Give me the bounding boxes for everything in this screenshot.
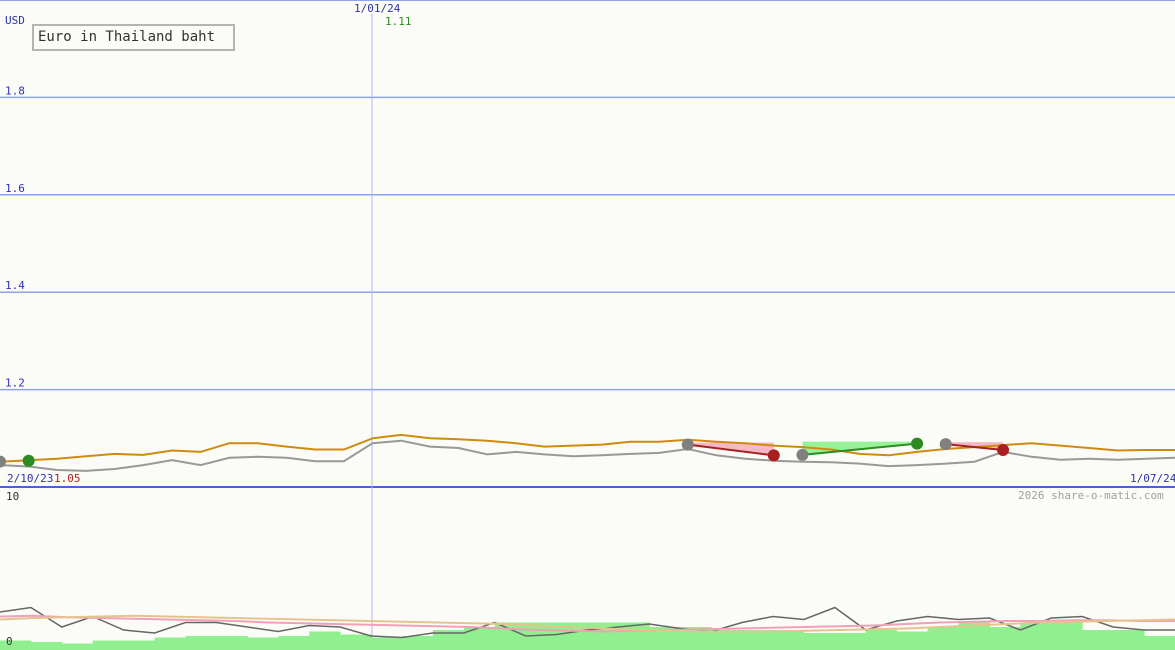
volume-bar bbox=[742, 630, 774, 650]
currency-label: USD bbox=[5, 14, 25, 27]
volume-bar bbox=[1113, 630, 1145, 650]
volume-bar bbox=[1144, 636, 1175, 650]
volume-bar bbox=[154, 637, 187, 650]
trade-marker-buy bbox=[911, 437, 924, 450]
volume-bar bbox=[340, 634, 372, 650]
trade-marker-sell bbox=[997, 443, 1010, 456]
volume-bar bbox=[401, 636, 434, 650]
trade-marker-sell bbox=[767, 449, 780, 462]
volume-bar bbox=[1051, 622, 1083, 650]
chart-svg: 1.8 1.6 1.4 1.2 USD 1/01/241.11 2/10/23 1.05 1/0… bbox=[0, 0, 1175, 650]
volume-bar bbox=[123, 640, 156, 650]
volume-bar bbox=[494, 622, 527, 650]
volume-bar bbox=[371, 637, 403, 650]
date-label-start: 2/10/23 bbox=[7, 472, 53, 485]
volume-bar bbox=[1082, 630, 1114, 650]
y-tick-label-1.8: 1.8 bbox=[5, 84, 25, 97]
volume-bar bbox=[30, 642, 63, 650]
trade-marker-neutral bbox=[939, 438, 952, 451]
indicator-tick-0: 0 bbox=[6, 635, 13, 648]
volume-bar bbox=[1020, 622, 1052, 650]
volume-bar bbox=[61, 643, 94, 650]
label-layer: 1.8 1.6 1.4 1.2 USD 1/01/241.11 2/10/23 1.05 1/0… bbox=[5, 2, 1175, 648]
volume-bar bbox=[463, 627, 496, 650]
date-label-end: 1/07/24 bbox=[1130, 472, 1175, 485]
annotation-low-value: 1.05 bbox=[54, 472, 81, 485]
volume-bar bbox=[773, 630, 805, 650]
volume-bar bbox=[92, 640, 125, 650]
chart-title: Euro in Thailand baht bbox=[32, 24, 235, 51]
volume-bar bbox=[0, 640, 32, 650]
trade-marker-neutral bbox=[796, 448, 809, 461]
indicator-tick-10: 10 bbox=[6, 490, 19, 503]
y-tick-label-1.2: 1.2 bbox=[5, 377, 25, 390]
grid-layer bbox=[0, 0, 1175, 650]
y-tick-label-1.4: 1.4 bbox=[5, 279, 25, 292]
volume-bar bbox=[711, 630, 743, 650]
trade-marker-buy bbox=[22, 454, 35, 467]
volume-bar bbox=[865, 630, 898, 650]
volume-bar bbox=[587, 622, 619, 650]
annotation-high-value: 1.11 bbox=[385, 15, 412, 28]
volume-bar bbox=[247, 637, 279, 650]
volume-bar bbox=[834, 633, 867, 650]
volume-bar bbox=[216, 636, 248, 650]
volume-bar bbox=[278, 636, 310, 650]
volume-bar bbox=[309, 631, 341, 650]
date-label-top: 1/01/24 bbox=[354, 2, 401, 15]
trade-marker-neutral bbox=[681, 438, 694, 451]
volume-bar bbox=[185, 636, 217, 650]
volume-bar bbox=[896, 631, 929, 650]
volume-bar bbox=[927, 627, 960, 650]
series-layer bbox=[0, 433, 1175, 650]
y-tick-label-1.6: 1.6 bbox=[5, 182, 25, 195]
volume-bar bbox=[989, 627, 1021, 650]
volume-bar bbox=[803, 633, 836, 650]
watermark: 2026 share-o-matic.com bbox=[1018, 489, 1164, 502]
